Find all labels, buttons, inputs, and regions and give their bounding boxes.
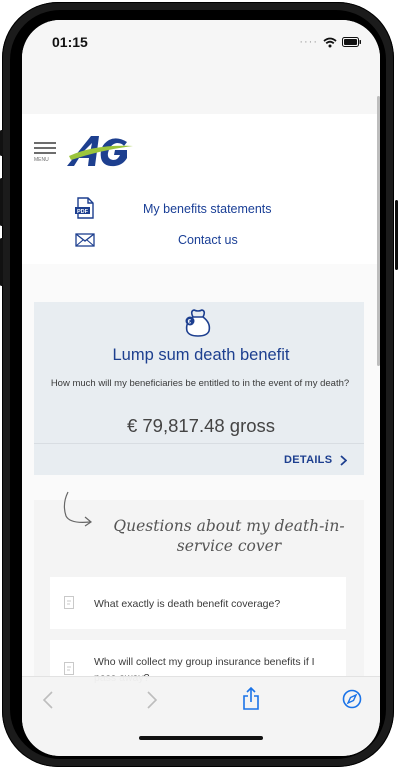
chevron-right-icon xyxy=(340,454,348,466)
home-indicator[interactable] xyxy=(139,736,263,740)
contact-us-link[interactable]: Contact us xyxy=(178,233,238,247)
forward-icon[interactable] xyxy=(146,691,158,709)
svg-text:PDF: PDF xyxy=(77,209,89,215)
ag-logo[interactable] xyxy=(65,134,135,168)
faq-heading: Questions about my death-in-service cove… xyxy=(113,517,345,555)
faq-item-text: What exactly is death benefit coverage? xyxy=(94,598,281,610)
section-divider xyxy=(22,264,380,278)
volume-up-button xyxy=(0,178,3,226)
card-divider xyxy=(34,443,364,444)
menu-button[interactable]: MENU xyxy=(34,142,56,163)
faq-item[interactable]: What exactly is death benefit coverage? xyxy=(50,577,346,629)
volume-down-button xyxy=(0,238,3,286)
scrollbar[interactable] xyxy=(377,96,380,366)
mute-switch xyxy=(0,130,3,156)
envelope-icon[interactable] xyxy=(75,233,95,247)
benefit-amount: € 79,817.48 gross xyxy=(126,415,276,436)
document-icon xyxy=(64,596,74,609)
benefits-statements-link[interactable]: My benefits statements xyxy=(143,202,272,216)
status-icons: ···· xyxy=(299,36,362,48)
compass-icon[interactable] xyxy=(342,689,362,709)
details-label: DETAILS xyxy=(284,454,333,466)
wifi-icon xyxy=(323,37,337,47)
document-icon xyxy=(64,662,74,675)
back-icon[interactable] xyxy=(42,691,54,709)
card-question: How much will my beneficiaries be entitl… xyxy=(50,378,350,389)
signal-dots-icon: ···· xyxy=(299,36,318,48)
money-bag-icon: € xyxy=(185,309,211,337)
browser-top-area xyxy=(22,64,380,114)
screen: 01:15 ···· MENU PDF My benefits statemen… xyxy=(22,20,380,756)
menu-label: MENU xyxy=(34,157,49,163)
hamburger-icon-bar xyxy=(34,152,56,154)
status-time: 01:15 xyxy=(52,34,88,50)
hamburger-icon-bar xyxy=(34,147,56,149)
details-button[interactable]: DETAILS xyxy=(284,454,348,466)
status-bar: 01:15 ···· xyxy=(22,20,380,64)
card-title: Lump sum death benefit xyxy=(112,346,290,364)
share-icon[interactable] xyxy=(242,687,260,711)
browser-toolbar xyxy=(22,676,380,756)
battery-icon xyxy=(342,37,361,47)
curved-arrow-icon xyxy=(63,491,93,527)
hamburger-icon xyxy=(34,142,56,144)
pdf-icon[interactable]: PDF xyxy=(74,197,96,219)
site-header: MENU xyxy=(22,114,380,180)
